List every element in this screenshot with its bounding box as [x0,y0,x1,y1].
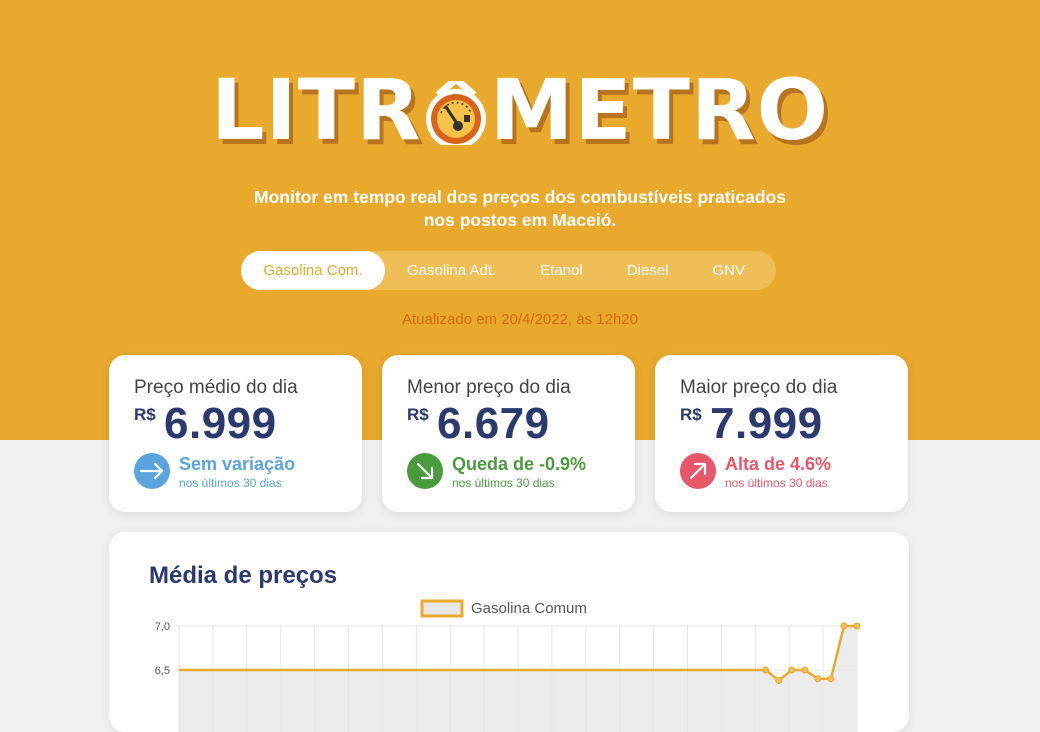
trend-sub: nos últimos 30 dias [452,476,555,490]
y-tick-label: 6,5 [155,665,170,677]
data-point[interactable] [762,666,770,674]
currency-label: R$ [134,405,156,424]
trend-label: Alta de 4.6% [725,454,832,474]
card-lowest-price: Menor preço do dia R$ 6.679 Queda de -0.… [382,355,635,512]
fuel-tabs: Gasolina Com. Gasolina Adt. Etanol Diese… [241,251,776,290]
price-value: 7.999 [710,399,823,448]
legend-label: Gasolina Comum [471,600,587,617]
tab-etanol[interactable]: Etanol [518,251,605,290]
data-point[interactable] [853,622,861,630]
price-value: 6.679 [437,399,550,448]
logo: LITR METRO [0,62,1040,158]
trend-sub: nos últimos 30 dias [725,476,828,490]
card-title: Maior preço do dia [680,377,838,398]
chart-panel: Média de preços Gasolina Comum 7,0 6,5 [109,532,909,732]
tab-gnv[interactable]: GNV [690,251,767,290]
price-value: 6.999 [164,399,277,448]
trend-label: Sem variação [179,454,296,474]
y-tick-label: 7,0 [155,621,170,633]
subtitle: Monitor em tempo real dos preços dos com… [0,186,1040,232]
card-title: Preço médio do dia [134,377,298,398]
trend-sub: nos últimos 30 dias [179,476,282,490]
data-point[interactable] [801,666,809,674]
arrow-right-icon [134,453,170,489]
fuel-gauge-icon [424,68,488,149]
data-point[interactable] [814,675,822,683]
legend-swatch [420,599,464,618]
currency-label: R$ [680,405,702,424]
data-point[interactable] [775,677,783,685]
logo-text-right: METRO [489,61,830,159]
data-point[interactable] [827,675,835,683]
subtitle-line-2: nos postos em Maceió. [423,210,617,230]
tab-gasolina-comum[interactable]: Gasolina Com. [241,251,385,290]
currency-label: R$ [407,405,429,424]
data-point[interactable] [788,666,796,674]
arrow-down-right-icon [407,453,443,489]
price-chart: Gasolina Comum 7,0 6,5 [155,599,861,732]
tab-gasolina-aditivada[interactable]: Gasolina Adt. [385,251,518,290]
tab-diesel[interactable]: Diesel [605,251,691,290]
card-title: Menor preço do dia [407,377,571,398]
card-average-price: Preço médio do dia R$ 6.999 Sem variação… [109,355,362,512]
subtitle-line-1: Monitor em tempo real dos preços dos com… [254,187,786,207]
card-highest-price: Maior preço do dia R$ 7.999 Alta de 4.6%… [655,355,908,512]
arrow-up-right-icon [680,453,716,489]
trend-label: Queda de -0.9% [452,454,587,474]
data-point[interactable] [840,622,848,630]
logo-text-left: LITR [210,61,422,159]
updated-timestamp: Atualizado em 20/4/2022, às 12h20 [401,311,638,328]
